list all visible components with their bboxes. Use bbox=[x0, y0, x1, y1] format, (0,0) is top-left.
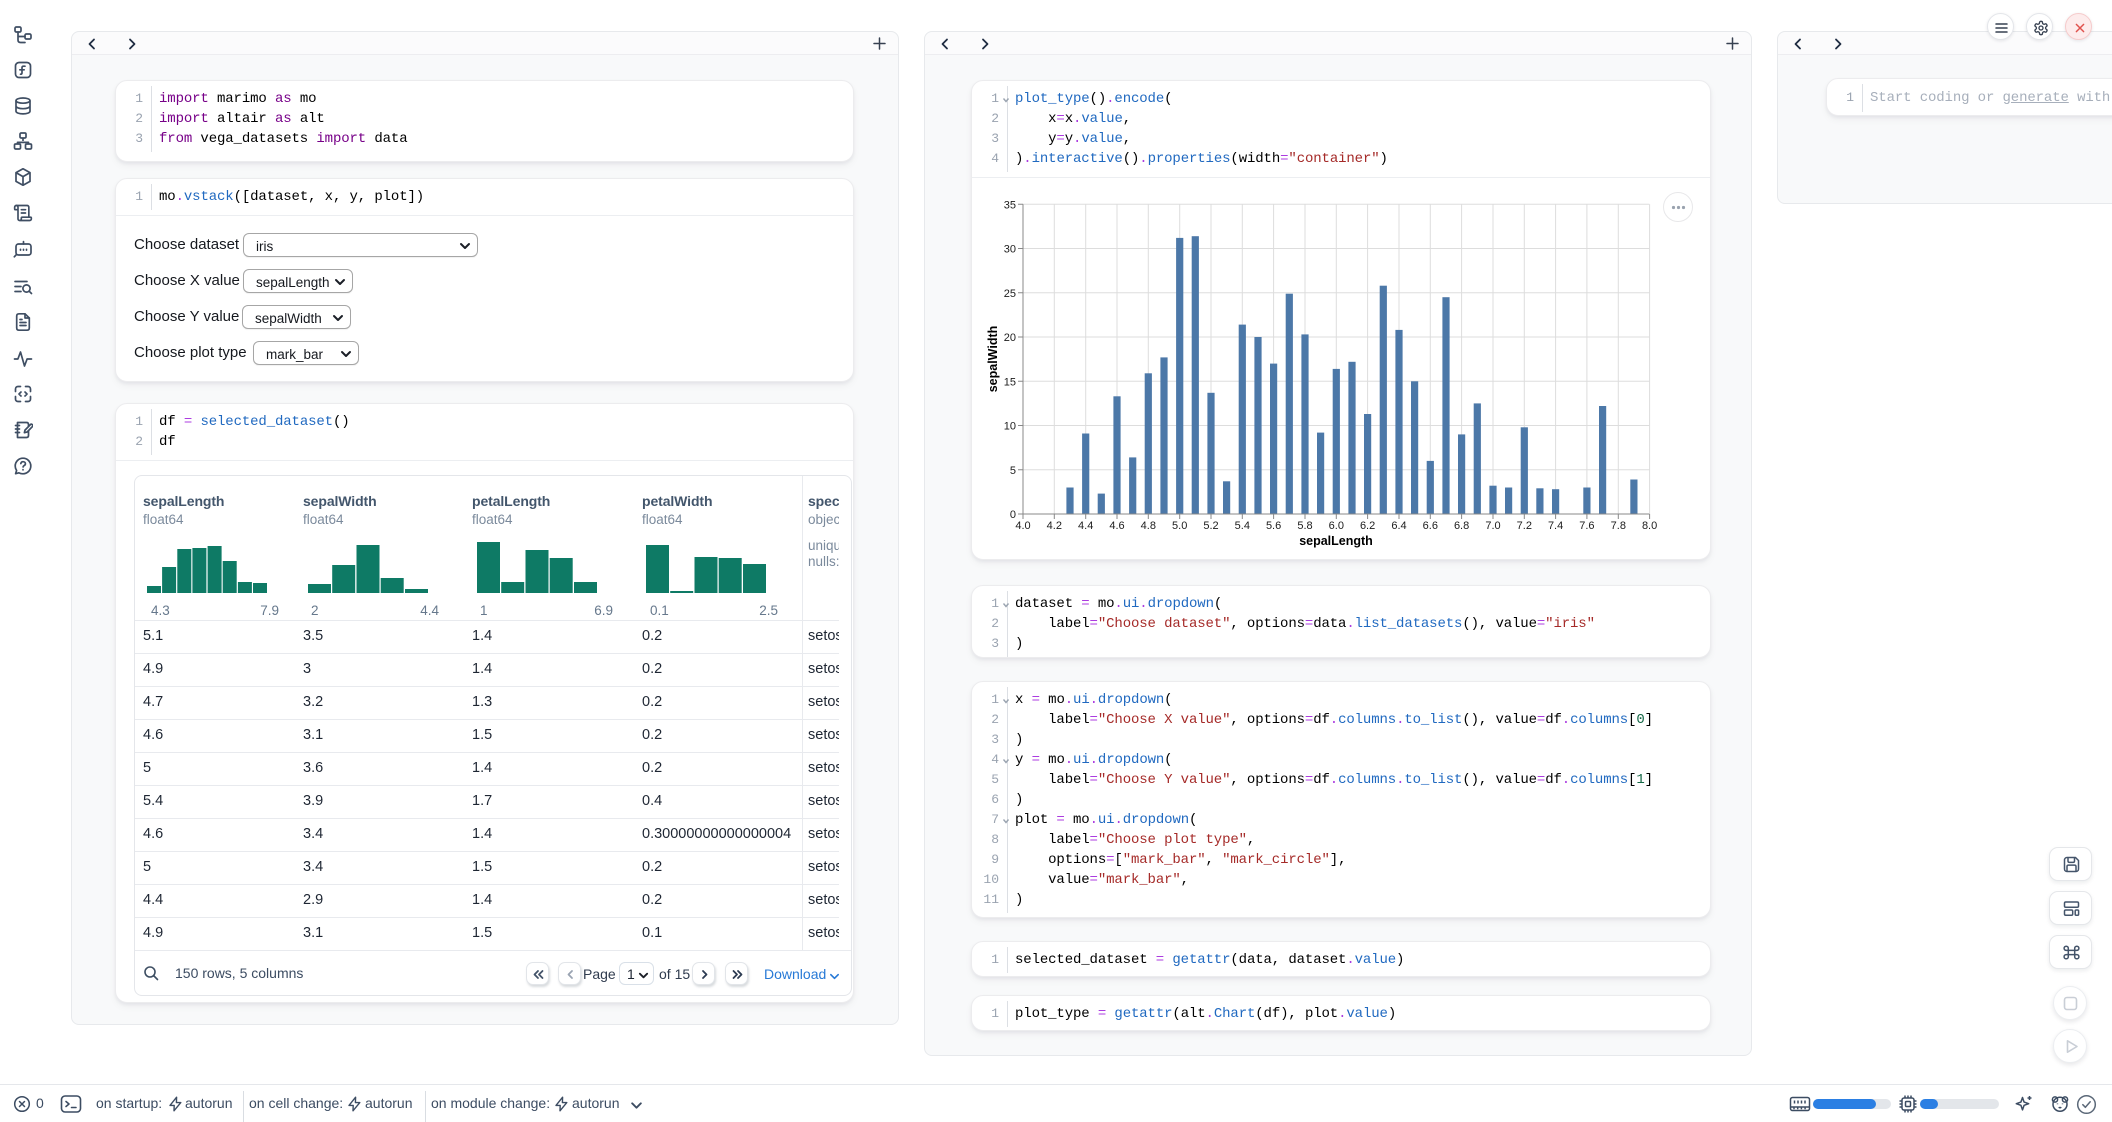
svg-text:35: 35 bbox=[1004, 199, 1016, 211]
svg-text:10: 10 bbox=[1004, 421, 1016, 433]
svg-text:5: 5 bbox=[1010, 465, 1016, 477]
svg-text:sepalLength: sepalLength bbox=[1299, 534, 1373, 548]
svg-text:8.0: 8.0 bbox=[1642, 520, 1657, 532]
svg-text:6.8: 6.8 bbox=[1454, 520, 1469, 532]
svg-text:7.8: 7.8 bbox=[1611, 520, 1626, 532]
svg-text:6.2: 6.2 bbox=[1360, 520, 1375, 532]
svg-text:7.2: 7.2 bbox=[1517, 520, 1532, 532]
svg-text:6.4: 6.4 bbox=[1391, 520, 1406, 532]
svg-text:4.8: 4.8 bbox=[1141, 520, 1156, 532]
svg-text:5.2: 5.2 bbox=[1203, 520, 1218, 532]
svg-text:4.2: 4.2 bbox=[1047, 520, 1062, 532]
svg-text:sepalWidth: sepalWidth bbox=[986, 326, 1000, 393]
svg-text:30: 30 bbox=[1004, 244, 1016, 256]
svg-text:6.6: 6.6 bbox=[1423, 520, 1438, 532]
svg-text:25: 25 bbox=[1004, 288, 1016, 300]
svg-text:7.4: 7.4 bbox=[1548, 520, 1563, 532]
svg-text:7.6: 7.6 bbox=[1579, 520, 1594, 532]
svg-text:20: 20 bbox=[1004, 332, 1016, 344]
svg-text:5.0: 5.0 bbox=[1172, 520, 1187, 532]
svg-text:7.0: 7.0 bbox=[1485, 520, 1500, 532]
svg-text:5.8: 5.8 bbox=[1297, 520, 1312, 532]
svg-text:6.0: 6.0 bbox=[1329, 520, 1344, 532]
svg-text:4.4: 4.4 bbox=[1078, 520, 1093, 532]
svg-text:15: 15 bbox=[1004, 376, 1016, 388]
svg-text:5.4: 5.4 bbox=[1235, 520, 1250, 532]
svg-text:4.6: 4.6 bbox=[1109, 520, 1124, 532]
svg-text:5.6: 5.6 bbox=[1266, 520, 1281, 532]
svg-text:4.0: 4.0 bbox=[1015, 520, 1030, 532]
svg-text:0: 0 bbox=[1010, 509, 1016, 521]
